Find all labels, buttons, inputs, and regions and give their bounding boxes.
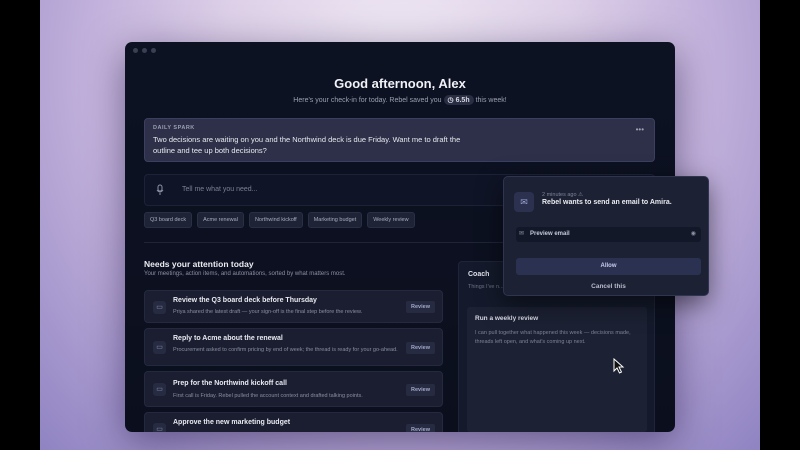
more-options-icon[interactable]: ••• — [636, 125, 644, 134]
inbox-icon: ▭ — [153, 423, 166, 432]
preview-email-row[interactable]: ✉ Preview email ◉ — [516, 227, 701, 242]
task-description: Procurement asked to confirm pricing by … — [173, 347, 398, 353]
inbox-icon: ▭ — [153, 341, 166, 354]
review-button[interactable]: Review — [406, 301, 435, 313]
chip-northwind-kickoff[interactable]: Northwind kickoff — [248, 212, 303, 228]
review-button[interactable]: Review — [406, 342, 435, 354]
task-title: Review the Q3 board deck before Thursday — [173, 297, 317, 304]
task-description: Priya shared the latest draft — your sig… — [173, 309, 363, 315]
chip-marketing-budget[interactable]: Marketing budget — [307, 212, 363, 228]
inbox-icon: ▭ — [153, 383, 166, 396]
weekly-review-text: I can pull together what happened this w… — [475, 330, 631, 345]
daily-spark-label: DAILY SPARK — [153, 125, 195, 131]
eye-icon[interactable]: ◉ — [691, 230, 696, 237]
subtitle-text: Here's your check-in for today. Rebel sa… — [293, 97, 442, 104]
allow-button[interactable]: Allow — [516, 258, 701, 275]
review-button[interactable]: Review — [406, 424, 435, 432]
envelope-icon: ✉ — [519, 231, 525, 237]
window-dot-close[interactable] — [133, 47, 138, 53]
email-permission-popup: ✉ 2 minutes ago ⚠ Rebel wants to send an… — [503, 176, 709, 296]
chip-q3-board-deck[interactable]: Q3 board deck — [144, 212, 193, 228]
titlebar — [125, 42, 675, 58]
microphone-icon[interactable] — [155, 184, 165, 196]
coach-title: Coach — [468, 271, 490, 278]
weekly-review-title: Run a weekly review — [475, 315, 539, 322]
mouse-cursor-icon — [613, 358, 625, 374]
task-title: Prep for the Northwind kickoff call — [173, 380, 287, 387]
warning-icon: ⚠ — [578, 192, 584, 198]
popup-title: Rebel wants to send an email to Amira. — [542, 199, 672, 206]
subtitle-suffix: this week! — [475, 97, 507, 104]
mail-icon: ✉ — [514, 192, 534, 212]
attention-title: Needs your attention today — [144, 259, 254, 269]
daily-spark-text: Two decisions are waiting on you and the… — [153, 135, 461, 155]
time-saved-value: 6.5h — [455, 97, 470, 104]
cancel-button[interactable]: Cancel this — [516, 283, 701, 290]
task-card[interactable]: ▭ Approve the new marketing budget Revie… — [144, 412, 443, 432]
greeting-title: Good afternoon, Alex — [334, 76, 466, 91]
popup-timestamp: 2 minutes ago ⚠ — [542, 192, 583, 198]
window-dot-maximize[interactable] — [151, 47, 156, 53]
task-title: Approve the new marketing budget — [173, 419, 291, 426]
preview-email-label: Preview email — [530, 231, 570, 237]
time-saved-badge: ◷ 6.5h — [443, 95, 474, 105]
task-description: First call is Friday. Rebel pulled the a… — [173, 393, 363, 399]
chat-input[interactable]: Tell me what you need... — [182, 186, 258, 193]
attention-subtitle: Your meetings, action items, and automat… — [144, 271, 346, 277]
task-title: Reply to Acme about the renewal — [173, 335, 283, 342]
popup-time-text: 2 minutes ago — [542, 192, 577, 198]
chip-acme-renewal[interactable]: Acme renewal — [197, 212, 244, 228]
suggestion-chips: Q3 board deck Acme renewal Northwind kic… — [144, 212, 415, 228]
window-dot-minimize[interactable] — [142, 47, 147, 53]
daily-spark-card[interactable]: DAILY SPARK Two decisions are waiting on… — [144, 118, 655, 162]
task-card[interactable]: ▭ Review the Q3 board deck before Thursd… — [144, 290, 443, 323]
greeting-subtitle: Here's your check-in for today. Rebel sa… — [125, 95, 675, 105]
chip-weekly-review[interactable]: Weekly review — [367, 212, 415, 228]
task-card[interactable]: ▭ Reply to Acme about the renewal Procur… — [144, 328, 443, 366]
review-button[interactable]: Review — [406, 384, 435, 396]
inbox-icon: ▭ — [153, 301, 166, 314]
task-card[interactable]: ▭ Prep for the Northwind kickoff call Fi… — [144, 371, 443, 407]
